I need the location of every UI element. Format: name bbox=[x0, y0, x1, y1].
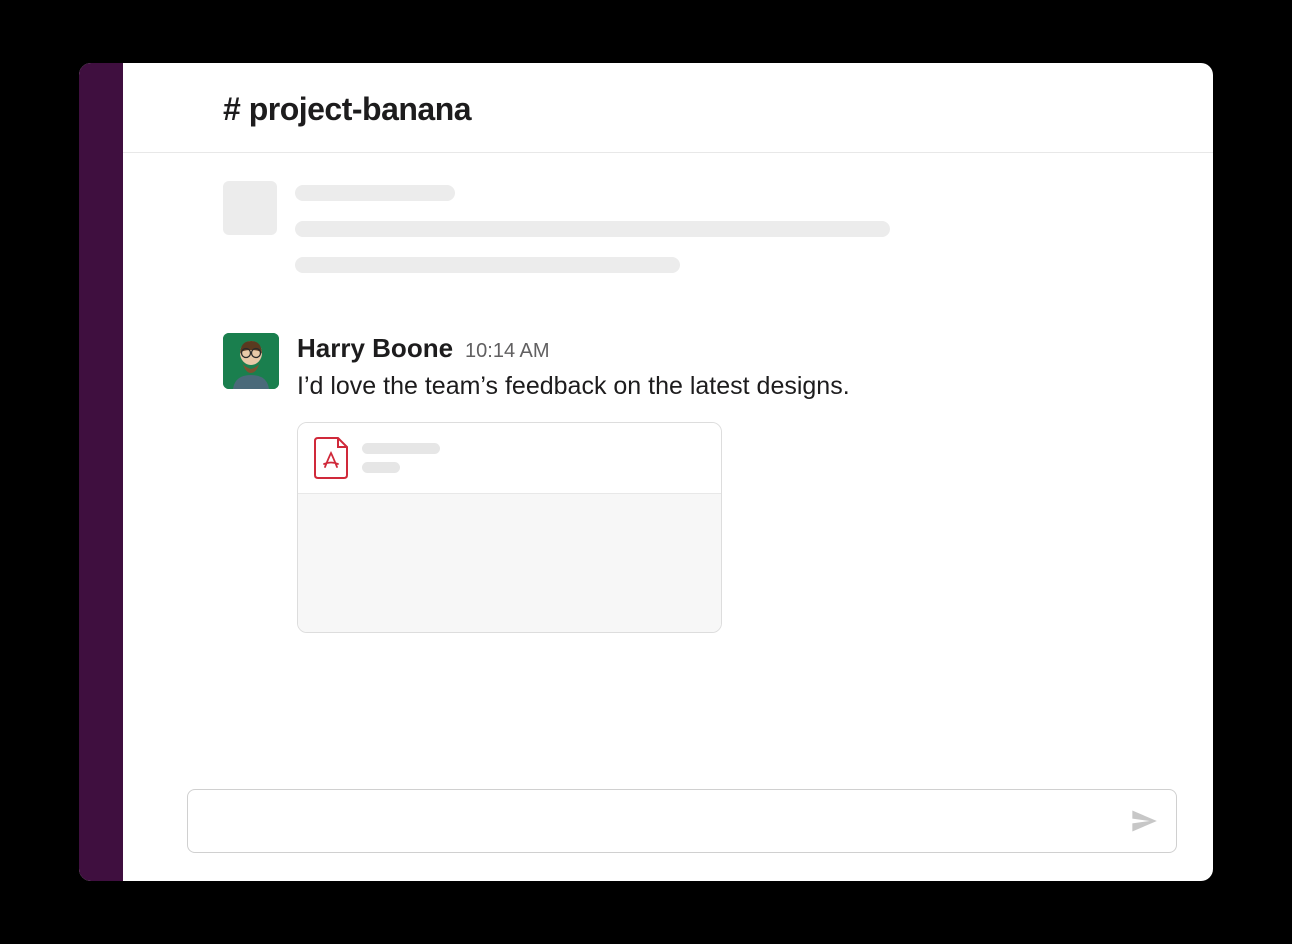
attachment-meta bbox=[362, 443, 440, 473]
channel-name[interactable]: # project-banana bbox=[223, 91, 1177, 128]
placeholder-line bbox=[295, 257, 680, 273]
placeholder-line bbox=[295, 185, 455, 201]
placeholder-message bbox=[159, 181, 1177, 293]
message-header: Harry Boone 10:14 AM bbox=[297, 333, 1177, 364]
message-item: Harry Boone 10:14 AM I’d love the team’s… bbox=[159, 333, 1177, 633]
file-attachment[interactable] bbox=[297, 422, 722, 633]
pdf-icon bbox=[314, 437, 348, 479]
placeholder-lines bbox=[295, 181, 1177, 293]
message-text: I’d love the team’s feedback on the late… bbox=[297, 368, 1177, 404]
channel-header: # project-banana bbox=[123, 63, 1213, 153]
message-author[interactable]: Harry Boone bbox=[297, 333, 453, 364]
attachment-name-placeholder bbox=[362, 443, 440, 454]
message-body: Harry Boone 10:14 AM I’d love the team’s… bbox=[297, 333, 1177, 633]
avatar[interactable] bbox=[223, 333, 279, 389]
chat-window: # project-banana bbox=[79, 63, 1213, 881]
message-timestamp: 10:14 AM bbox=[465, 340, 550, 363]
message-list: Harry Boone 10:14 AM I’d love the team’s… bbox=[123, 153, 1213, 773]
channel-title-text: project-banana bbox=[249, 91, 471, 127]
channel-hash: # bbox=[223, 91, 249, 127]
message-composer[interactable] bbox=[187, 789, 1177, 853]
attachment-size-placeholder bbox=[362, 462, 400, 473]
attachment-header bbox=[298, 423, 721, 494]
attachment-preview bbox=[298, 494, 721, 632]
avatar-image bbox=[223, 333, 279, 389]
main-panel: # project-banana bbox=[123, 63, 1213, 881]
sidebar bbox=[79, 63, 123, 881]
message-input[interactable] bbox=[206, 811, 1130, 832]
send-icon[interactable] bbox=[1130, 807, 1158, 835]
placeholder-avatar bbox=[223, 181, 277, 235]
placeholder-line bbox=[295, 221, 890, 237]
